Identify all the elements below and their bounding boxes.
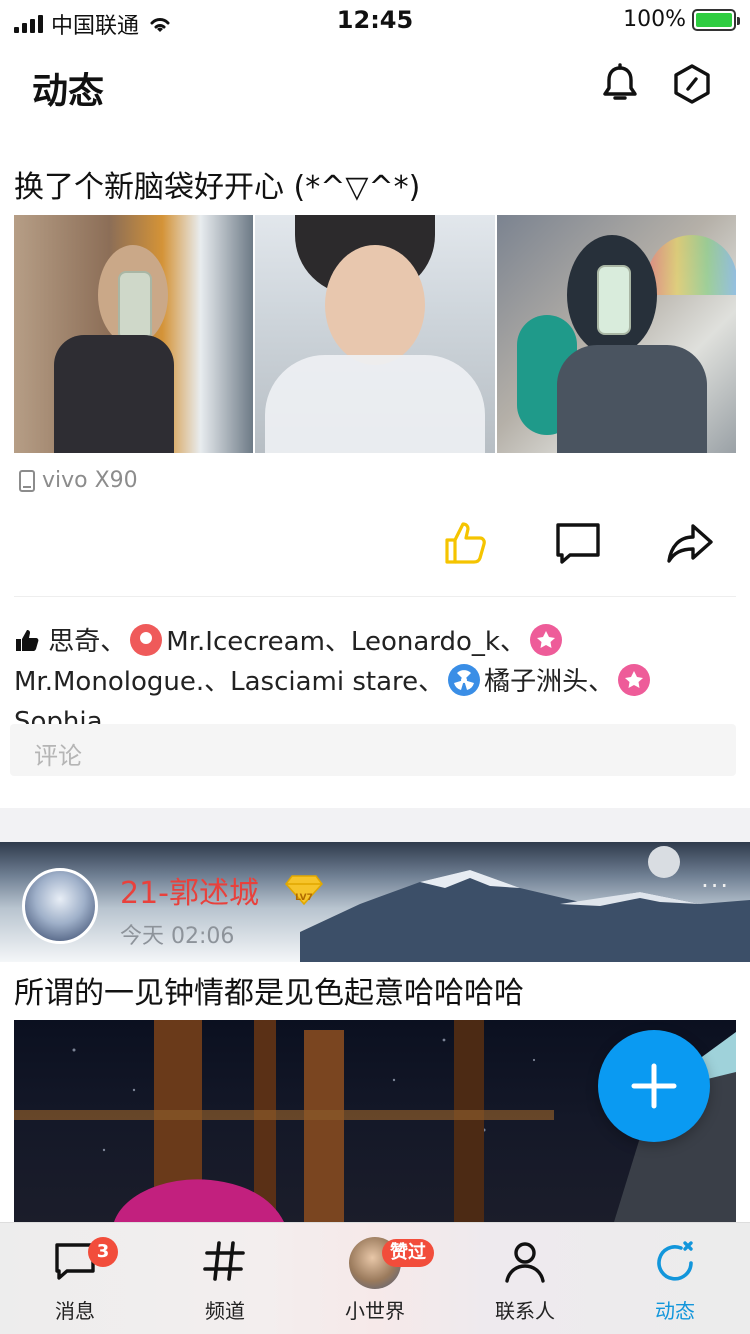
tab-label: 消息 bbox=[55, 1299, 95, 1323]
photo-2[interactable] bbox=[255, 215, 495, 453]
person-icon bbox=[505, 1242, 545, 1283]
device-info: vivo X90 bbox=[18, 468, 138, 493]
tab-feed[interactable]: 动态 bbox=[600, 1223, 750, 1334]
photo-3[interactable] bbox=[496, 215, 736, 453]
blue-radiation-icon bbox=[448, 664, 481, 696]
liker-name[interactable]: 思奇、 bbox=[48, 627, 126, 657]
thumbs-up-small-icon bbox=[16, 630, 39, 651]
unread-badge: 3 bbox=[88, 1237, 118, 1267]
tab-contacts[interactable]: 联系人 bbox=[450, 1223, 600, 1334]
author-banner: 21-郭述城 LV7 今天 02:06 ··· bbox=[0, 842, 750, 962]
tab-messages[interactable]: 3 消息 bbox=[0, 1223, 150, 1334]
tab-channels[interactable]: 频道 bbox=[150, 1223, 300, 1334]
pink-star-icon bbox=[529, 624, 562, 656]
tab-label: 动态 bbox=[655, 1299, 695, 1323]
author-avatar[interactable] bbox=[22, 868, 98, 944]
plus-icon bbox=[631, 1063, 677, 1109]
post-text[interactable]: 所谓的一见钟情都是见色起意哈哈哈哈 bbox=[14, 968, 524, 1012]
liked-pill: 赞过 bbox=[382, 1239, 434, 1267]
tab-bar: 3 消息 频道 赞过 小世界 联系人 动态 bbox=[0, 1222, 750, 1334]
battery-icon bbox=[692, 8, 740, 31]
pink-star-icon bbox=[618, 664, 651, 696]
post-actions bbox=[0, 518, 750, 574]
divider bbox=[14, 596, 736, 597]
tab-label: 小世界 bbox=[345, 1299, 405, 1323]
diamond-level-icon: LV7 bbox=[285, 875, 323, 906]
page-header: 动态 bbox=[0, 42, 750, 130]
liker-name[interactable]: Mr.Icecream、 bbox=[166, 627, 351, 657]
status-right: 100% bbox=[623, 7, 740, 32]
tab-small-world[interactable]: 赞过 小世界 bbox=[300, 1223, 450, 1334]
red-pin-icon bbox=[130, 624, 163, 656]
status-bar: 中国联通 12:45 100% bbox=[0, 0, 750, 42]
photo-1[interactable] bbox=[14, 215, 254, 453]
mountain-decoration bbox=[300, 846, 750, 962]
more-options-icon[interactable]: ··· bbox=[701, 872, 730, 900]
share-icon[interactable] bbox=[665, 518, 715, 568]
phone-icon bbox=[19, 469, 35, 492]
create-post-button[interactable] bbox=[598, 1030, 710, 1142]
comment-icon[interactable] bbox=[553, 518, 603, 568]
device-label: vivo X90 bbox=[42, 468, 138, 493]
tab-label: 频道 bbox=[205, 1299, 245, 1323]
page-title: 动态 bbox=[32, 71, 105, 112]
post-time: 今天 02:06 bbox=[120, 924, 235, 949]
comment-input[interactable]: 评论 bbox=[10, 724, 736, 776]
liker-name[interactable]: Leonardo_k、 bbox=[351, 627, 526, 657]
refresh-star-icon bbox=[657, 1241, 693, 1281]
feed-separator bbox=[0, 808, 750, 842]
hash-icon bbox=[203, 1241, 245, 1281]
hexagon-settings-icon[interactable] bbox=[670, 62, 714, 106]
liker-name[interactable]: 橘子洲头、 bbox=[484, 667, 614, 697]
author-name[interactable]: 21-郭述城 bbox=[120, 868, 259, 912]
photo-grid bbox=[14, 215, 736, 453]
post-text[interactable]: 换了个新脑袋好开心 (*^▽^*) bbox=[14, 162, 420, 206]
thumbs-up-icon[interactable] bbox=[441, 518, 491, 568]
tab-label: 联系人 bbox=[495, 1299, 555, 1323]
bell-icon[interactable] bbox=[598, 62, 642, 106]
liker-name[interactable]: Mr.Monologue.、 bbox=[14, 667, 230, 697]
liker-name[interactable]: Lasciami stare、 bbox=[230, 667, 444, 697]
level-label: LV7 bbox=[295, 893, 313, 903]
battery-percent: 100% bbox=[623, 7, 686, 32]
